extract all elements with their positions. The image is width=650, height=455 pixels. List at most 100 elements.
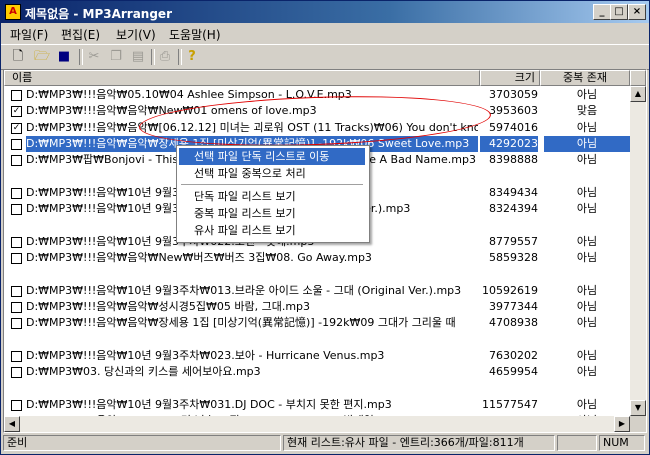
status-bar: 준비 현재 리스트:유사 파일 - 엔트리:366개/파일:811개 NUM bbox=[1, 433, 649, 453]
row-checkbox[interactable] bbox=[11, 399, 22, 411]
row-checkbox[interactable] bbox=[11, 204, 22, 216]
column-header-size[interactable]: 크기 bbox=[480, 70, 540, 86]
menu-view[interactable]: 보기(V) bbox=[116, 26, 156, 43]
close-icon[interactable]: × bbox=[628, 4, 646, 20]
status-ready: 준비 bbox=[3, 435, 281, 451]
column-header-filler bbox=[630, 70, 646, 86]
row-checkbox[interactable] bbox=[11, 367, 22, 379]
column-header-duplicate[interactable]: 중복 존재 bbox=[540, 70, 630, 86]
file-path: D:₩MP3₩03. 당신과의 키스를 세어보아요.mp3 bbox=[26, 365, 261, 379]
duplicate-status: 아님 bbox=[544, 135, 630, 152]
duplicate-status: 아님 bbox=[576, 153, 598, 167]
new-file-icon[interactable]: 🗋 bbox=[10, 49, 26, 65]
context-separator bbox=[181, 184, 363, 185]
table-row[interactable]: D:₩MP3₩!!!음악₩음악₩New₩버즈₩버즈 3집₩08. Go Away… bbox=[4, 250, 630, 266]
scroll-up-icon[interactable]: ▲ bbox=[630, 86, 646, 102]
menu-bar: 파일(F) 편집(E) 보기(V) 도움말(H) bbox=[1, 24, 649, 42]
minimize-icon[interactable]: _ bbox=[593, 4, 611, 20]
main-window: A 제목없음 - MP3Arranger _ □ × 파일(F) 편집(E) 보… bbox=[0, 0, 650, 455]
table-row[interactable]: D:₩MP3₩!!!음악₩음악₩성시경5집₩05 바람, 그대.mp3 39773… bbox=[4, 299, 630, 315]
file-path: D:₩MP3₩!!!음악₩10년 9월3주차₩013.브라운 아이드 소울 - … bbox=[26, 283, 462, 297]
scroll-corner bbox=[630, 416, 646, 432]
cut-icon[interactable]: ✂ bbox=[86, 49, 102, 65]
row-checkbox[interactable] bbox=[11, 90, 22, 101]
scroll-right-icon[interactable]: ▶ bbox=[614, 416, 630, 432]
duplicate-status: 아님 bbox=[576, 185, 598, 199]
file-path: D:₩MP3₩!!!음악₩10년 9월3주차₩023.보아 - Hurrican… bbox=[26, 348, 385, 362]
duplicate-status: 아님 bbox=[576, 365, 598, 379]
context-item-move-to-single[interactable]: 선택 파일 단독 리스트로 이동 bbox=[179, 148, 365, 165]
vertical-scrollbar[interactable]: ▲ ▼ bbox=[630, 86, 646, 416]
menu-edit[interactable]: 편집(E) bbox=[61, 26, 100, 43]
row-checkbox[interactable] bbox=[11, 253, 22, 264]
scroll-down-icon[interactable]: ▼ bbox=[630, 400, 646, 416]
row-checkbox[interactable] bbox=[11, 285, 22, 297]
row-checkbox[interactable] bbox=[11, 155, 22, 167]
window-title: 제목없음 - MP3Arranger bbox=[25, 7, 172, 21]
file-size: 5974016 bbox=[489, 120, 538, 134]
duplicate-status: 아님 bbox=[576, 283, 598, 297]
help-icon[interactable]: ? bbox=[184, 49, 200, 65]
file-size: 5859328 bbox=[489, 251, 538, 264]
duplicate-status: 아님 bbox=[576, 316, 598, 330]
duplicate-status: 아님 bbox=[576, 299, 598, 313]
row-checkbox[interactable] bbox=[11, 236, 22, 248]
duplicate-status: 아님 bbox=[576, 251, 598, 264]
toolbar: 🗋 🗁 ■ ✂ ❐ ▤ ⎙ ? bbox=[1, 44, 649, 70]
file-size: 8324394 bbox=[489, 202, 538, 216]
title-bar[interactable]: A 제목없음 - MP3Arranger _ □ × bbox=[1, 1, 649, 23]
row-checkbox[interactable] bbox=[11, 187, 22, 199]
toolbar-separator bbox=[178, 49, 182, 65]
mp3arranger-app-icon[interactable]: A bbox=[5, 4, 21, 20]
duplicate-status: 아님 bbox=[576, 202, 598, 216]
context-item-view-single[interactable]: 단독 파일 리스트 보기 bbox=[179, 188, 365, 205]
file-size: 10592619 bbox=[482, 283, 538, 297]
table-row[interactable]: D:₩MP3₩!!!음악₩음악₩장세용 1집 [미상기억(異常記憶)] -192… bbox=[4, 315, 630, 331]
file-path: D:₩MP3₩!!!음악₩음악₩New₩버즈₩버즈 3집₩08. Go Away… bbox=[26, 251, 372, 264]
row-checkbox[interactable] bbox=[11, 301, 22, 313]
status-info: 현재 리스트:유사 파일 - 엔트리:366개/파일:811개 bbox=[283, 435, 555, 451]
file-size: 8398888 bbox=[489, 153, 538, 167]
file-size: 3703059 bbox=[489, 88, 538, 101]
table-row[interactable]: D:₩MP3₩!!!음악₩10년 9월3주차₩023.보아 - Hurrican… bbox=[4, 348, 630, 364]
open-folder-icon[interactable]: 🗁 bbox=[34, 49, 50, 65]
table-row[interactable]: D:₩MP3₩!!!음악₩10년 9월3주차₩031.DJ DOC - 부치지 … bbox=[4, 397, 630, 413]
column-header-name[interactable]: 이름 bbox=[4, 70, 480, 86]
row-checkbox[interactable] bbox=[11, 350, 22, 362]
file-size: 4292023 bbox=[480, 135, 538, 152]
row-checkbox[interactable]: ✓ bbox=[11, 122, 22, 134]
status-indicator-num: NUM bbox=[599, 435, 645, 451]
table-row[interactable]: D:₩MP3₩03. 당신과의 키스를 세어보아요.mp3 4659954 아님 bbox=[4, 364, 630, 380]
scroll-left-icon[interactable]: ◀ bbox=[4, 416, 20, 432]
maximize-icon[interactable]: □ bbox=[610, 4, 628, 20]
file-path: D:₩MP3₩!!!음악₩음악₩장세용 1집 [미상기억(異常記憶)] -192… bbox=[26, 316, 456, 330]
copy-icon[interactable]: ❐ bbox=[108, 49, 124, 65]
file-size: 3977344 bbox=[489, 299, 538, 313]
file-path: D:₩MP3₩!!!음악₩음악₩성시경5집₩05 바람, 그대.mp3 bbox=[26, 299, 311, 313]
duplicate-status: 아님 bbox=[576, 397, 598, 411]
file-path: D:₩MP3₩!!!음악₩10년 9월3주차₩031.DJ DOC - 부치지 … bbox=[26, 397, 392, 411]
duplicate-status: 아님 bbox=[576, 120, 598, 134]
duplicate-status: 아님 bbox=[576, 88, 598, 101]
file-size: 7630202 bbox=[489, 348, 538, 362]
duplicate-status: 맞음 bbox=[576, 104, 598, 118]
menu-file[interactable]: 파일(F) bbox=[10, 26, 48, 43]
horizontal-scrollbar[interactable]: ◀ ▶ bbox=[4, 416, 630, 432]
file-size: 8779557 bbox=[489, 234, 538, 248]
menu-help[interactable]: 도움말(H) bbox=[169, 26, 221, 43]
print-icon[interactable]: ⎙ bbox=[157, 49, 173, 65]
table-row[interactable]: D:₩MP3₩!!!음악₩10년 9월3주차₩013.브라운 아이드 소울 - … bbox=[4, 283, 630, 299]
file-size: 11577547 bbox=[482, 397, 538, 411]
row-checkbox[interactable]: ✓ bbox=[11, 106, 22, 118]
context-item-view-duplicate[interactable]: 중복 파일 리스트 보기 bbox=[179, 205, 365, 222]
row-checkbox[interactable] bbox=[11, 318, 22, 330]
paste-icon[interactable]: ▤ bbox=[130, 49, 146, 65]
context-item-mark-duplicate[interactable]: 선택 파일 중복으로 처리 bbox=[179, 165, 365, 182]
file-size: 4659954 bbox=[489, 365, 538, 379]
toolbar-separator bbox=[79, 49, 83, 65]
row-checkbox[interactable] bbox=[11, 138, 22, 150]
save-icon[interactable]: ■ bbox=[56, 49, 72, 65]
context-menu: 선택 파일 단독 리스트로 이동 선택 파일 중복으로 처리 단독 파일 리스트… bbox=[176, 145, 370, 243]
context-item-view-similar[interactable]: 유사 파일 리스트 보기 bbox=[179, 222, 365, 239]
file-size: 8349434 bbox=[489, 185, 538, 199]
